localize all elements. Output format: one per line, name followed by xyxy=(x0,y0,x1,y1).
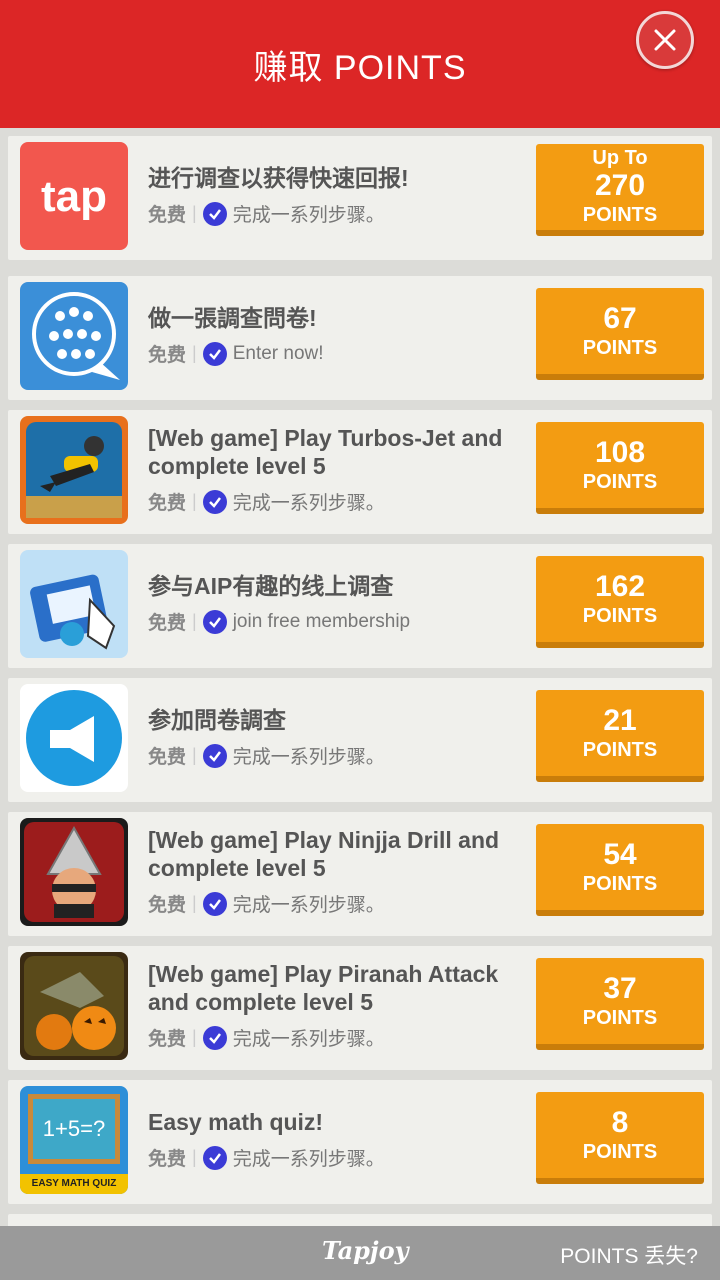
points-value: 54 xyxy=(603,838,637,871)
points-label: POINTS xyxy=(582,1007,658,1029)
check-icon xyxy=(202,1145,227,1170)
up-to-label: Up To xyxy=(592,147,648,169)
offer-desc: 完成一系列步骤。 xyxy=(232,205,385,226)
free-label: 免费 xyxy=(148,747,187,768)
points-value: 108 xyxy=(594,436,646,469)
free-label: 免费 xyxy=(148,1149,187,1170)
points-button[interactable]: 54 POINTS xyxy=(536,824,704,916)
math-board-text: 1+5=? xyxy=(28,1094,120,1164)
points-button[interactable]: 21 POINTS xyxy=(536,690,704,782)
gift-money-icon xyxy=(20,550,128,658)
offer-desc: 完成一系列步骤。 xyxy=(232,747,385,768)
offer-title: Easy math quiz! xyxy=(148,1109,324,1135)
points-label: POINTS xyxy=(582,873,658,895)
points-value: 37 xyxy=(603,972,637,1005)
points-label: POINTS xyxy=(582,471,658,493)
points-value: 67 xyxy=(603,302,637,335)
divider: | xyxy=(192,1147,197,1167)
points-button[interactable]: Up To 270 POINTS xyxy=(536,144,704,236)
tapjoy-logo: Tapjoy xyxy=(322,1236,409,1265)
check-icon xyxy=(202,1025,227,1050)
points-value: 270 xyxy=(594,169,646,202)
lost-points-link[interactable]: POINTS 丢失? xyxy=(560,1240,698,1270)
points-label: POINTS xyxy=(582,1141,658,1163)
offer-row[interactable]: 参加問卷調查 免费 | 完成一系列步骤。 21 POINTS xyxy=(8,678,712,802)
points-button[interactable]: 162 POINTS xyxy=(536,556,704,648)
points-button[interactable]: 8 POINTS xyxy=(536,1092,704,1184)
check-icon xyxy=(202,891,227,916)
points-value: 162 xyxy=(594,570,646,603)
offer-title: 参与AIP有趣的线上调查 xyxy=(148,573,394,599)
ninja-drill-icon xyxy=(20,818,128,926)
divider: | xyxy=(192,1027,197,1047)
offer-desc: 完成一系列步骤。 xyxy=(232,1149,385,1170)
offer-title: 参加問卷調查 xyxy=(148,707,286,733)
free-label: 免费 xyxy=(148,1029,187,1050)
close-button[interactable] xyxy=(636,11,694,69)
points-value: 21 xyxy=(603,704,637,737)
free-label: 免费 xyxy=(148,493,187,514)
offer-title: [Web game] Play Turbos-Jet and complete … xyxy=(148,425,503,479)
free-label: 免费 xyxy=(148,613,187,634)
header-bar: 赚取 POINTS xyxy=(0,0,720,128)
megaphone-icon xyxy=(20,684,128,792)
tap-logo-text: tap xyxy=(41,172,107,221)
offer-title: [Web game] Play Piranah Attack and compl… xyxy=(148,961,499,1015)
offer-row[interactable]: 1+5=? EASY MATH QUIZ Easy math quiz! 免费 … xyxy=(8,1080,712,1204)
divider: | xyxy=(192,611,197,631)
piranha-pumpkin-icon xyxy=(20,952,128,1060)
survey-people-icon xyxy=(20,282,128,390)
divider: | xyxy=(192,893,197,913)
offer-row[interactable]: 做一張調查問卷! 免费 | Enter now! 67 POINTS xyxy=(8,276,712,400)
points-button[interactable]: 67 POINTS xyxy=(536,288,704,380)
offer-desc: 完成一系列步骤。 xyxy=(232,895,385,916)
offer-row[interactable]: tap 进行调查以获得快速回报! 免费 | 完成一系列步骤。 Up To 270… xyxy=(8,136,712,260)
offer-row[interactable]: 参与AIP有趣的线上调查 免费 | join free membership 1… xyxy=(8,544,712,668)
offer-title: 进行调查以获得快速回报! xyxy=(148,165,409,191)
footer-bar: Tapjoy POINTS 丢失? xyxy=(0,1226,720,1280)
page-title: 赚取 POINTS xyxy=(253,48,467,87)
offer-row[interactable]: [Web game] Play Turbos-Jet and complete … xyxy=(8,410,712,534)
offer-desc: 完成一系列步骤。 xyxy=(232,493,385,514)
check-icon xyxy=(202,609,227,634)
offer-row[interactable]: [Web game] Play Piranah Attack and compl… xyxy=(8,946,712,1070)
offer-title: 做一張調查問卷! xyxy=(148,305,317,331)
points-label: POINTS xyxy=(582,337,658,359)
math-banner-text: EASY MATH QUIZ xyxy=(20,1174,128,1194)
close-icon xyxy=(654,29,676,51)
diver-game-icon xyxy=(20,416,128,524)
free-label: 免费 xyxy=(148,895,187,916)
check-icon xyxy=(202,743,227,768)
check-icon xyxy=(202,341,227,366)
offer-desc: Enter now! xyxy=(232,342,324,364)
divider: | xyxy=(192,203,197,223)
math-quiz-icon: 1+5=? EASY MATH QUIZ xyxy=(20,1086,128,1194)
offer-title: [Web game] Play Ninjja Drill and complet… xyxy=(148,827,500,881)
offer-row[interactable] xyxy=(8,1214,712,1226)
check-icon xyxy=(202,201,227,226)
points-label: POINTS xyxy=(582,204,658,226)
points-button[interactable]: 37 POINTS xyxy=(536,958,704,1050)
free-label: 免费 xyxy=(148,345,187,366)
offer-list[interactable]: tap 进行调查以获得快速回报! 免费 | 完成一系列步骤。 Up To 270… xyxy=(0,128,720,1226)
points-value: 8 xyxy=(611,1106,629,1139)
points-button[interactable]: 108 POINTS xyxy=(536,422,704,514)
offer-desc: join free membership xyxy=(232,610,411,632)
points-label: POINTS xyxy=(582,605,658,627)
divider: | xyxy=(192,745,197,765)
free-label: 免费 xyxy=(148,205,187,226)
tap-icon: tap xyxy=(20,142,128,250)
points-label: POINTS xyxy=(582,739,658,761)
divider: | xyxy=(192,343,197,363)
offer-row[interactable]: [Web game] Play Ninjja Drill and complet… xyxy=(8,812,712,936)
check-icon xyxy=(202,489,227,514)
offer-desc: 完成一系列步骤。 xyxy=(232,1029,385,1050)
divider: | xyxy=(192,491,197,511)
